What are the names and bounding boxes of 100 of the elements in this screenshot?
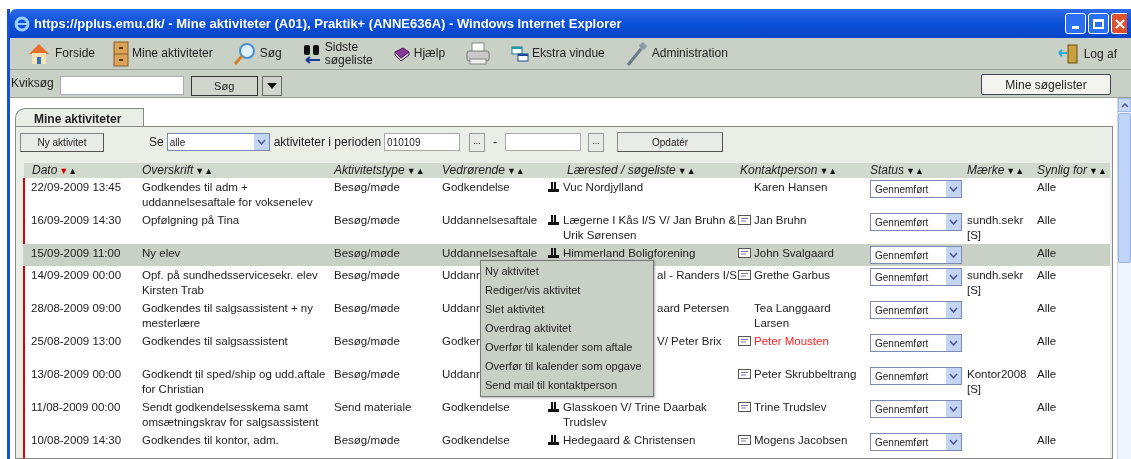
column-header[interactable]: Dato ▼▲ bbox=[24, 163, 140, 178]
to-date-picker-button[interactable]: ... bbox=[588, 132, 605, 152]
status-select[interactable]: Gennemført bbox=[870, 400, 962, 418]
activity-row[interactable]: 11/08-2009 00:00 Sendt godkendelsesskema samt omsætningskrav for salgsassistent Send materiale Godkendelse Glasskoen V/ Trine Daarbak Trudslev Trine Trudslev Gennemført Alle bbox=[24, 398, 1110, 431]
date-cell: 28/08-2009 09:00 bbox=[31, 302, 122, 314]
wrench-icon bbox=[624, 40, 649, 67]
logoff-button[interactable]: Log af bbox=[1057, 42, 1117, 65]
close-button[interactable] bbox=[1111, 13, 1127, 34]
activity-row[interactable]: 15/09-2009 11:00 Ny elev Besøg/møde Uddannelsesaftale Himmerland Boligforening John Svalgaard Gennemført Alle bbox=[24, 244, 1110, 266]
status-select[interactable]: Gennemført bbox=[870, 301, 962, 319]
sort-descending-icon[interactable]: ▼ bbox=[195, 166, 205, 176]
toolbar-button[interactable]: Hjælp bbox=[392, 45, 446, 62]
from-date-field[interactable]: 010109 bbox=[384, 133, 461, 151]
sort-descending-icon[interactable]: ▼ bbox=[406, 166, 416, 176]
tag-cell: Kontor2008 [S] bbox=[967, 368, 1027, 395]
toolbar-button[interactable] bbox=[465, 41, 492, 66]
status-select[interactable]: Gennemført bbox=[870, 213, 962, 231]
sort-descending-icon[interactable]: ▼ bbox=[906, 166, 915, 176]
to-date-field[interactable] bbox=[505, 133, 582, 151]
minimize-button[interactable] bbox=[1065, 13, 1086, 34]
status-select[interactable]: Gennemført bbox=[870, 433, 962, 451]
menu-item[interactable]: Slet aktivitet bbox=[481, 300, 653, 319]
toolbar-button[interactable]: Mine aktiviteter bbox=[113, 40, 213, 67]
menu-item[interactable]: Overfør til kalender som aftale bbox=[481, 338, 653, 357]
sort-descending-icon[interactable]: ▼ bbox=[1006, 166, 1016, 176]
menu-item[interactable]: Rediger/vis aktivitet bbox=[481, 281, 653, 300]
update-button[interactable]: Opdatér bbox=[617, 132, 724, 152]
toolbar-button[interactable]: Forside bbox=[26, 40, 95, 67]
card-icon bbox=[738, 270, 751, 280]
toolbar-button[interactable]: Sidste søgeliste bbox=[301, 40, 373, 67]
sort-descending-icon[interactable]: ▼ bbox=[1089, 166, 1098, 176]
status-select[interactable]: Gennemført bbox=[870, 180, 962, 198]
title-cell: Godkendes til adm + uddannelsesaftale for voksenelev bbox=[142, 181, 313, 208]
tag-cell: sundh.sekr [S] bbox=[967, 214, 1024, 241]
sort-ascending-icon[interactable]: ▲ bbox=[686, 166, 696, 176]
place-cell: aard Petersen bbox=[657, 301, 730, 316]
sort-ascending-icon[interactable]: ▲ bbox=[515, 166, 525, 176]
sort-ascending-icon[interactable]: ▲ bbox=[415, 166, 425, 176]
place-cell: Lægerne I Kås I/S V/ Jan Bruhn & Urik Sørensen bbox=[563, 213, 738, 243]
period-select[interactable]: alle bbox=[166, 133, 270, 151]
date-cell: 16/09-2009 14:30 bbox=[31, 214, 122, 226]
contact-cell-text: Grethe Garbus bbox=[754, 268, 831, 283]
column-header[interactable]: Lærested / søgeliste ▼▲ bbox=[546, 163, 738, 178]
toolbar-button[interactable]: Ekstra vindue bbox=[511, 45, 605, 62]
column-header[interactable]: Overskrift ▼▲ bbox=[140, 163, 332, 178]
menu-item[interactable]: Send mail til kontaktperson bbox=[481, 376, 653, 395]
saved-lists-button[interactable]: Mine søgelister bbox=[981, 74, 1111, 95]
activity-row[interactable]: 16/09-2009 14:30 Opfølgning på Tina Besøg/møde Uddannelsesaftale Lægerne I Kås I/S V/ Jan Bruhn & Urik Sørensen Jan Bruhn Gennemført sundh.sekr [S] Alle bbox=[24, 211, 1110, 244]
sort-descending-icon[interactable]: ▼ bbox=[677, 166, 687, 176]
toolbar-button[interactable]: Søg bbox=[232, 41, 282, 66]
column-header[interactable]: Synlig for ▼▲ bbox=[1035, 163, 1110, 178]
place-cell-text: Glasskoen V/ Trine Daarbak Trudslev bbox=[563, 400, 708, 430]
sort-ascending-icon[interactable]: ▲ bbox=[914, 166, 924, 176]
new-activity-button[interactable]: Ny aktivitet bbox=[20, 132, 104, 152]
scroll-thumb[interactable] bbox=[1118, 113, 1131, 263]
sort-ascending-icon[interactable]: ▲ bbox=[1097, 166, 1107, 176]
caret-icon bbox=[949, 307, 958, 313]
tab[interactable]: Mine aktiviteter bbox=[15, 108, 145, 126]
caret-icon bbox=[949, 406, 958, 412]
building-icon bbox=[548, 401, 559, 412]
activity-row[interactable]: 10/08-2009 14:30 Godkendes til kontor, adm. Besøg/møde Godkendelse Hedegaard & Christensen Mogens Jacobsen Gennemført Alle bbox=[24, 431, 1110, 458]
status-select[interactable]: Gennemført bbox=[870, 334, 962, 352]
sort-ascending-icon[interactable]: ▲ bbox=[204, 166, 214, 176]
regarding-cell: Godkendelse bbox=[442, 181, 510, 193]
quicksearch-field[interactable] bbox=[59, 76, 184, 95]
column-header[interactable]: Aktivitetstype ▼▲ bbox=[332, 163, 440, 178]
sort-ascending-icon[interactable]: ▲ bbox=[68, 166, 78, 176]
building-icon bbox=[548, 434, 559, 445]
visibility-cell: Alle bbox=[1037, 181, 1057, 193]
card-icon bbox=[738, 402, 751, 412]
title-cell: Sendt godkendelsesskema samt omsætningskrav for salgsassistent bbox=[142, 401, 319, 428]
sort-ascending-icon[interactable]: ▲ bbox=[1015, 166, 1025, 176]
scroll-up-icon[interactable] bbox=[1120, 102, 1129, 108]
status-select[interactable]: Gennemført bbox=[870, 268, 962, 286]
dash-label: - bbox=[493, 134, 498, 151]
dropdown-button[interactable] bbox=[261, 76, 282, 96]
column-header[interactable]: Status ▼▲ bbox=[868, 163, 965, 178]
regarding-cell: Godkendelse bbox=[442, 401, 510, 413]
activity-row[interactable]: 22/09-2009 13:45 Godkendes til adm + uddannelsesaftale for voksenelev Besøg/møde Godkendelse Vuc Nordjylland Karen Hansen Gennemført Alle bbox=[24, 178, 1110, 211]
status-select[interactable]: Gennemført bbox=[870, 367, 962, 385]
toolbar-button[interactable]: Administration bbox=[624, 40, 728, 67]
column-header[interactable]: Mærke ▼▲ bbox=[965, 163, 1035, 178]
search-button[interactable]: Søg bbox=[190, 76, 258, 96]
caret-icon bbox=[949, 274, 958, 280]
column-header[interactable]: Kontaktperson ▼▲ bbox=[738, 163, 868, 178]
column-header[interactable]: Vedrørende ▼▲ bbox=[440, 163, 546, 178]
period-label: aktiviteter i perioden bbox=[273, 134, 382, 151]
place-cell: V/ Peter Brix bbox=[657, 334, 722, 349]
sort-descending-icon[interactable]: ▼ bbox=[819, 166, 829, 176]
date-cell: 22/09-2009 13:45 bbox=[31, 181, 122, 193]
close-icon bbox=[1114, 18, 1125, 29]
sort-descending-icon[interactable]: ▼ bbox=[506, 166, 516, 176]
date-cell: 15/09-2009 11:00 bbox=[31, 247, 121, 259]
windows-icon bbox=[511, 45, 530, 62]
from-date-picker-button[interactable]: ... bbox=[469, 132, 486, 152]
contact-cell: Karen Hansen bbox=[754, 180, 828, 195]
search-icon bbox=[232, 41, 257, 66]
maximize-button[interactable] bbox=[1088, 13, 1109, 34]
status-select[interactable]: Gennemført bbox=[870, 246, 962, 264]
sort-ascending-icon[interactable]: ▲ bbox=[828, 166, 838, 176]
